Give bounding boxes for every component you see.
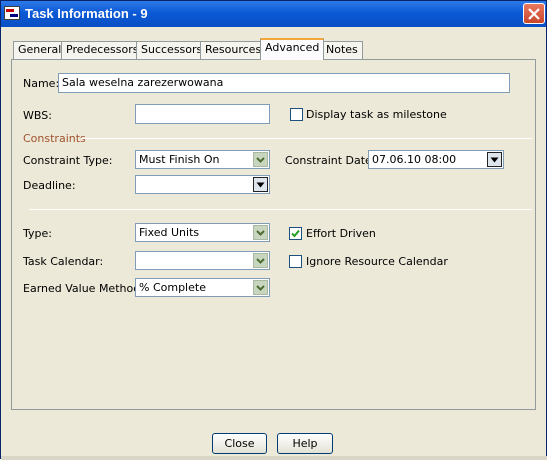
constraint-type-select[interactable]: Must Finish On (135, 150, 270, 169)
earned-value-method-select[interactable]: % Complete (135, 278, 270, 297)
section-divider (29, 209, 532, 210)
name-input[interactable]: Sala weselna zarezerwowana (58, 73, 510, 93)
title-bar[interactable]: Task Information - 9 (1, 1, 546, 27)
task-calendar-select[interactable] (135, 251, 270, 270)
type-select[interactable]: Fixed Units (135, 223, 270, 242)
constraint-date-picker[interactable]: 07.06.10 08:00 (368, 150, 504, 169)
tab-notes[interactable]: Notes (321, 41, 363, 59)
tab-general[interactable]: General (13, 41, 67, 59)
task-information-dialog: Task Information - 9 General Predecessor… (0, 0, 547, 460)
advanced-tab-panel (11, 59, 536, 410)
constraints-divider (81, 138, 532, 139)
close-window-button[interactable] (523, 3, 545, 24)
checkmark-icon (291, 229, 300, 238)
app-icon (4, 6, 20, 20)
tab-advanced[interactable]: Advanced (260, 38, 325, 60)
tab-successors[interactable]: Successors (136, 41, 208, 59)
type-value: Fixed Units (139, 226, 200, 239)
ignore-resource-calendar-checkbox[interactable] (289, 255, 302, 268)
type-label: Type: (23, 227, 52, 240)
milestone-checkbox[interactable] (290, 108, 303, 121)
constraint-type-value: Must Finish On (139, 153, 220, 166)
close-button[interactable]: Close (212, 433, 267, 454)
deadline-picker[interactable] (135, 175, 270, 194)
constraints-heading: Constraints (23, 132, 86, 145)
task-calendar-label: Task Calendar: (23, 255, 104, 268)
chevron-down-icon[interactable] (253, 280, 268, 295)
chevron-down-icon[interactable] (253, 152, 268, 167)
chevron-down-icon[interactable] (253, 253, 268, 268)
constraint-type-label: Constraint Type: (23, 154, 113, 167)
tab-predecessors[interactable]: Predecessors (61, 41, 144, 59)
close-icon (528, 8, 540, 20)
wbs-label: WBS: (23, 109, 52, 122)
chevron-down-icon[interactable] (253, 177, 268, 192)
ignore-resource-calendar-label: Ignore Resource Calendar (306, 255, 448, 268)
wbs-input[interactable] (135, 104, 270, 124)
window-bottom-edge (1, 456, 547, 460)
chevron-down-icon[interactable] (253, 225, 268, 240)
constraint-date-value: 07.06.10 08:00 (372, 153, 457, 166)
help-button[interactable]: Help (277, 433, 333, 454)
deadline-label: Deadline: (23, 179, 76, 192)
earned-value-method-value: % Complete (139, 281, 206, 294)
milestone-label: Display task as milestone (306, 108, 447, 121)
earned-value-method-label: Earned Value Method: (23, 282, 144, 295)
constraint-date-label: Constraint Date: (285, 154, 376, 167)
effort-driven-label: Effort Driven (306, 227, 376, 240)
chevron-down-icon[interactable] (487, 152, 502, 167)
name-label: Name: (23, 77, 60, 90)
tab-resources[interactable]: Resources (200, 41, 267, 59)
effort-driven-checkbox[interactable] (289, 227, 302, 240)
window-title: Task Information - 9 (25, 6, 148, 21)
